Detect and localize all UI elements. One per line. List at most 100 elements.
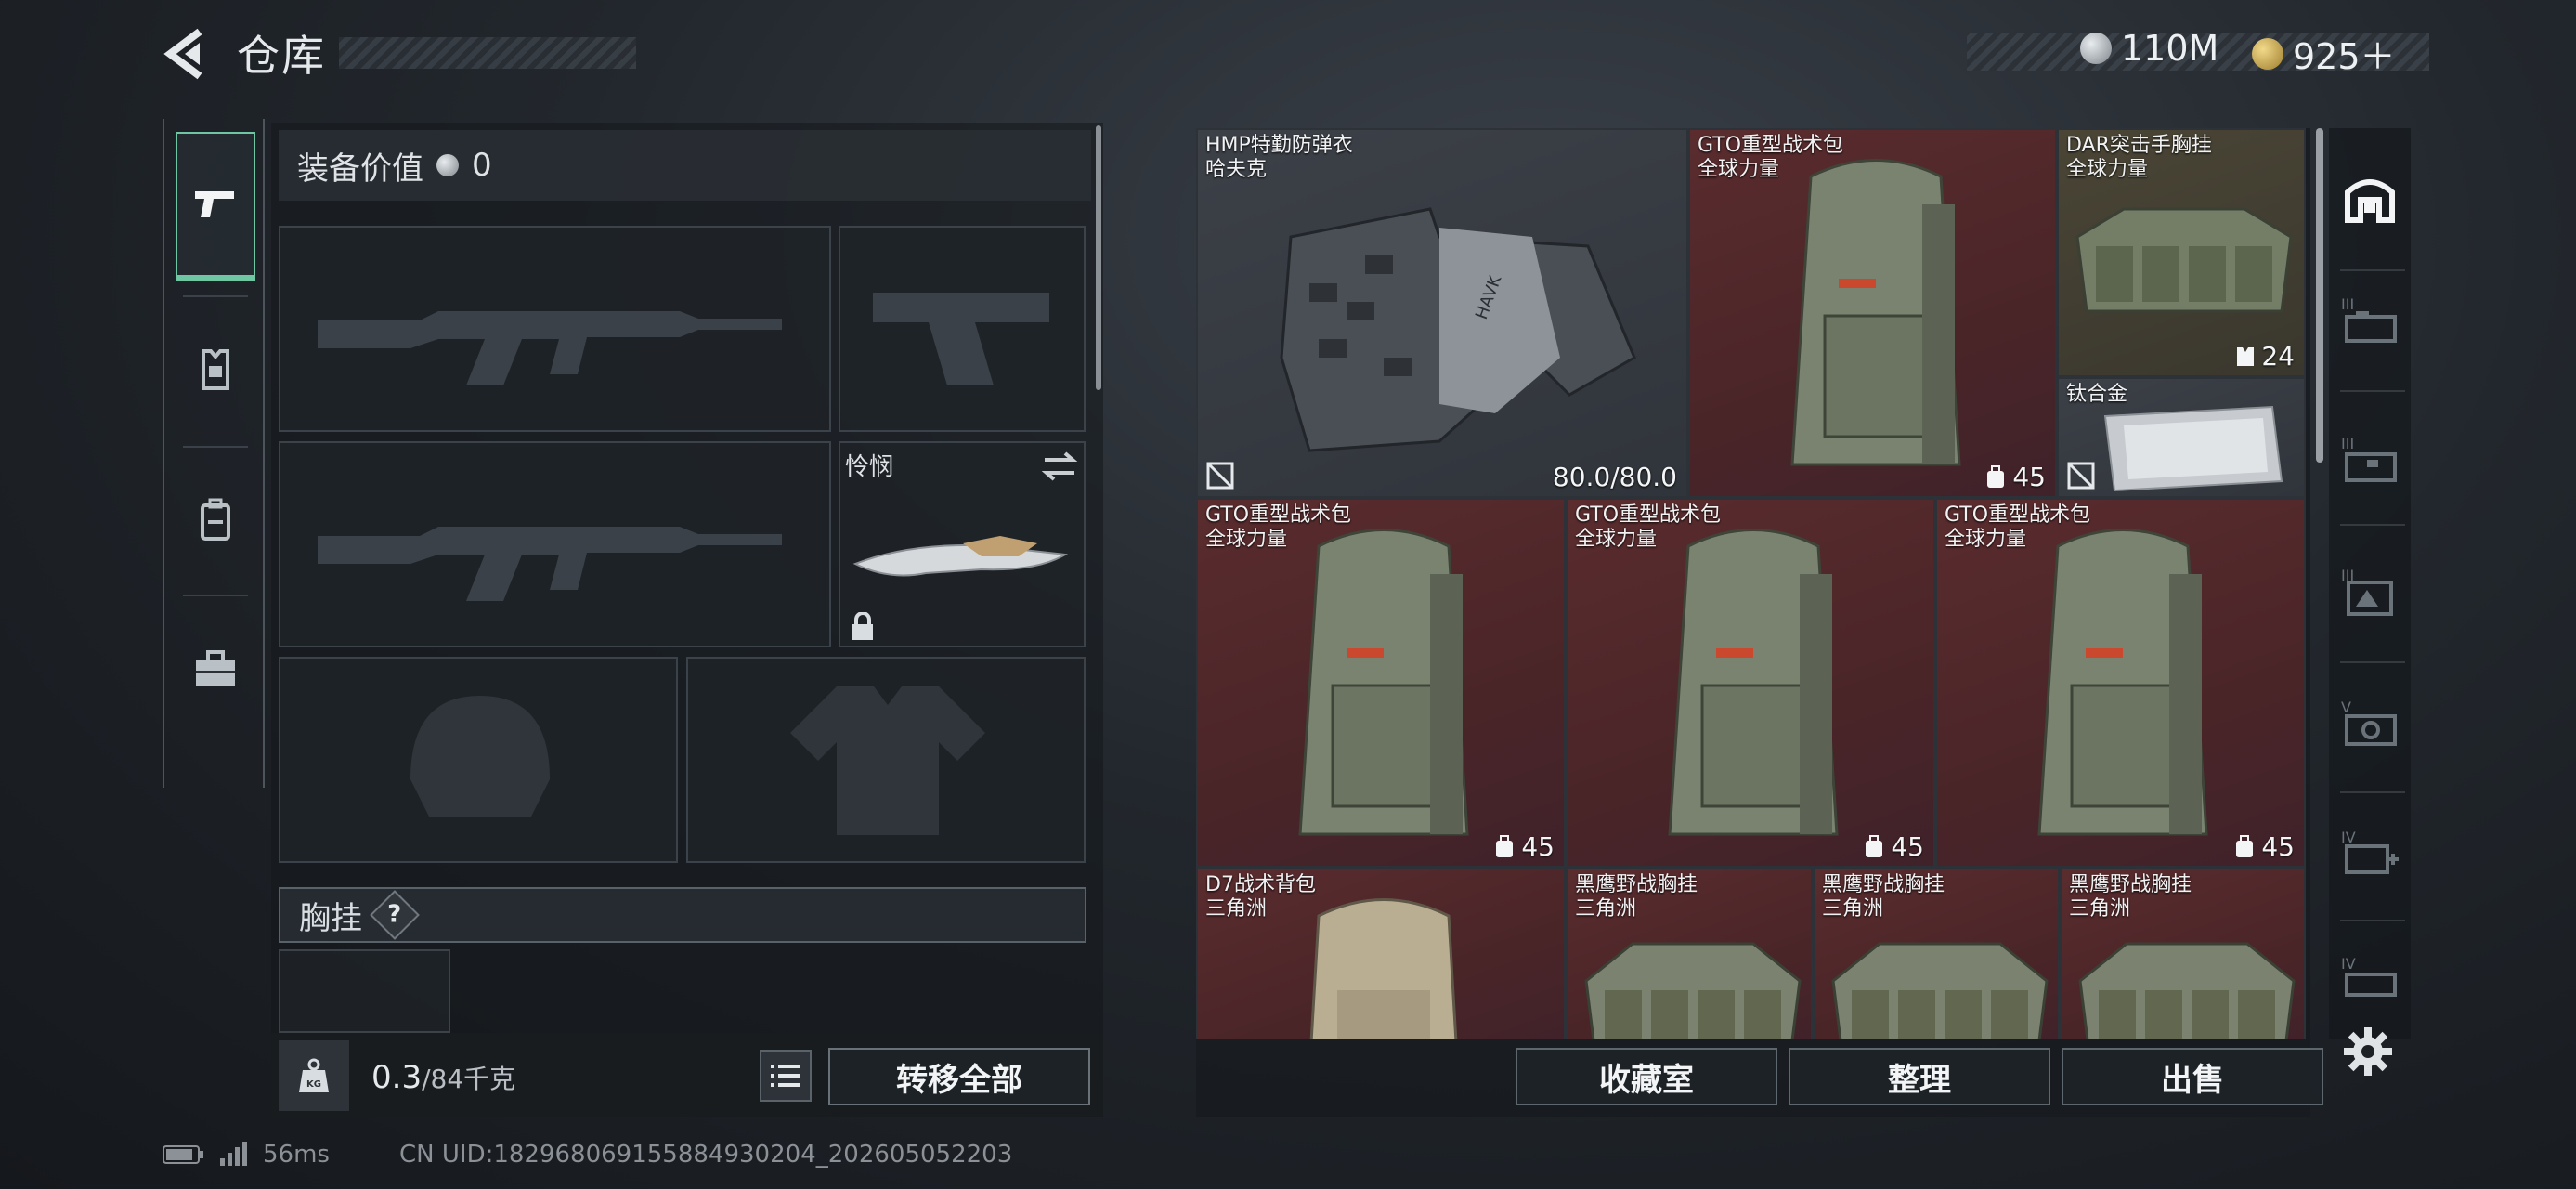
ping-readout: 56ms — [263, 1141, 330, 1169]
capacity-readout: 45 — [1863, 831, 1924, 862]
secondary-weapon-slot[interactable] — [279, 441, 831, 647]
container-tab-1[interactable]: III — [2335, 286, 2404, 355]
case-tier-icon: IV — [2341, 955, 2397, 997]
tab-case[interactable] — [176, 594, 255, 743]
container-tab-6[interactable]: IV — [2335, 946, 2404, 1014]
sell-button[interactable]: 出售 — [2062, 1048, 2323, 1105]
container-tab-4[interactable]: V — [2335, 689, 2404, 758]
svg-text:KG: KG — [306, 1079, 321, 1090]
stash-scrollbar[interactable] — [2316, 128, 2323, 463]
transfer-all-button[interactable]: 转移全部 — [828, 1048, 1090, 1105]
stash-item[interactable]: GTO重型战术包 全球力量 45 — [1688, 128, 2057, 498]
no-repair-icon — [2067, 462, 2095, 490]
collection-room-button[interactable]: 收藏室 — [1516, 1048, 1777, 1105]
chest-rig-image — [1584, 942, 1802, 1039]
svg-text:IV: IV — [2341, 829, 2356, 846]
battery-icon — [163, 1145, 203, 1164]
vest-small-icon — [2237, 346, 2255, 366]
svg-text:III: III — [2341, 295, 2354, 313]
coin-amount: 110M — [2121, 28, 2219, 69]
container-tab-3[interactable]: III — [2335, 557, 2404, 626]
armor-vest-icon — [202, 349, 229, 390]
backpack-small-icon — [1987, 464, 2005, 488]
tab-weapons[interactable] — [176, 132, 255, 281]
titanium-ingot-image — [2103, 405, 2283, 492]
pistol-silhouette-icon — [873, 293, 1049, 385]
chest-rig-label: 胸挂 — [299, 899, 362, 937]
stash-item[interactable]: GTO重型战术包 全球力量 45 — [1935, 498, 2306, 868]
armor-silhouette-icon — [790, 686, 985, 835]
helmet-silhouette-icon — [410, 696, 550, 817]
user-uid: CN UID:182968069155884930204_20260505220… — [399, 1141, 1013, 1169]
backpack-icon — [201, 498, 230, 541]
equip-value-label: 装备价值 — [297, 150, 423, 188]
tab-helmet-armor[interactable] — [176, 295, 255, 444]
backpack-image — [2037, 529, 2208, 836]
backpack-small-icon — [1496, 834, 1514, 857]
swap-icon[interactable] — [1041, 451, 1078, 482]
title-decoration — [339, 37, 636, 69]
svg-text:IV: IV — [2341, 955, 2356, 973]
weight-readout: 0.3/84千克 — [371, 1059, 516, 1096]
page-title: 仓库 — [237, 31, 326, 81]
durability-readout: 80.0/80.0 — [1552, 462, 1677, 492]
stash-item[interactable]: 钛合金 — [2057, 377, 2306, 498]
token-icon — [2252, 37, 2283, 70]
category-rail — [163, 119, 265, 788]
main-stash-tab[interactable] — [2335, 163, 2404, 232]
token-amount: 925＋ — [2293, 36, 2396, 77]
capacity-readout: 45 — [2233, 831, 2295, 862]
signal-icon — [220, 1142, 247, 1166]
container-tab-5[interactable]: IV — [2335, 819, 2404, 888]
stash-item[interactable]: HMP特勤防弹衣 哈夫克 HAVK 80.0/80.0 — [1196, 128, 1688, 498]
stash-item[interactable]: GTO重型战术包 全球力量 45 — [1566, 498, 1935, 868]
token-balance[interactable]: 925＋ — [2252, 28, 2396, 79]
capacity-readout: 45 — [1984, 462, 2046, 492]
backpack-small-icon — [2236, 834, 2254, 857]
rifle-silhouette-icon — [318, 527, 782, 601]
stash-item[interactable]: 黑鹰野战胸挂 三角洲 — [2060, 868, 2306, 1039]
weight-icon: KG — [279, 1040, 349, 1111]
capacity-readout: 45 — [1493, 831, 1555, 862]
chest-rig-header: 胸挂 ? — [279, 887, 1086, 943]
container-tab-2[interactable]: III — [2335, 425, 2404, 494]
warehouse-icon — [2345, 179, 2395, 223]
armor-slot[interactable] — [686, 657, 1086, 863]
svg-text:III: III — [2341, 435, 2354, 452]
stash-grid: HMP特勤防弹衣 哈夫克 HAVK 80.0/80.0 GTO重型战术包 全球力量 … — [1196, 128, 2310, 1039]
help-icon[interactable]: ? — [370, 890, 420, 940]
body-armor-image: HAVK — [1280, 207, 1636, 452]
primary-weapon-slot[interactable] — [279, 226, 831, 432]
list-icon — [771, 1065, 800, 1087]
case-tier-icon: III — [2341, 295, 2397, 343]
stash-item[interactable]: 黑鹰野战胸挂 三角洲 — [1813, 868, 2060, 1039]
loadout-scrollbar[interactable] — [1096, 125, 1101, 390]
sidearm-slot[interactable] — [839, 226, 1086, 432]
tab-backpack[interactable] — [176, 446, 255, 594]
backpack-image — [1309, 898, 1458, 1039]
helmet-slot[interactable] — [279, 657, 678, 863]
rifle-silhouette-icon — [318, 311, 782, 385]
chest-rig-slot[interactable] — [279, 949, 450, 1033]
stash-item[interactable]: 黑鹰野战胸挂 三角洲 — [1566, 868, 1813, 1039]
lock-icon — [852, 612, 873, 640]
knife-icon — [852, 536, 1069, 577]
list-view-button[interactable] — [760, 1050, 812, 1102]
stash-item[interactable]: DAR突击手胸挂 全球力量 24 — [2057, 128, 2306, 377]
settings-gear-icon[interactable] — [2342, 1026, 2394, 1078]
back-arrow-icon[interactable] — [163, 28, 209, 80]
case-tier-icon: III — [2341, 567, 2393, 616]
melee-name: 怜悯 — [845, 453, 894, 481]
organize-button[interactable]: 整理 — [1789, 1048, 2050, 1105]
chest-rig-image — [1831, 942, 2049, 1039]
pistol-icon — [195, 191, 234, 217]
capacity-readout: 24 — [2235, 341, 2295, 372]
stash-item[interactable]: GTO重型战术包 全球力量 45 — [1196, 498, 1566, 868]
case-tier-icon: III — [2341, 435, 2397, 482]
coin-balance[interactable]: 110M — [2080, 28, 2218, 69]
case-tier-icon: V — [2341, 699, 2397, 746]
chest-rig-image — [2075, 207, 2293, 313]
stash-item[interactable]: D7战术背包 三角洲 — [1196, 868, 1566, 1039]
equip-value-amount: 0 — [472, 147, 492, 184]
coin-icon — [436, 154, 459, 176]
